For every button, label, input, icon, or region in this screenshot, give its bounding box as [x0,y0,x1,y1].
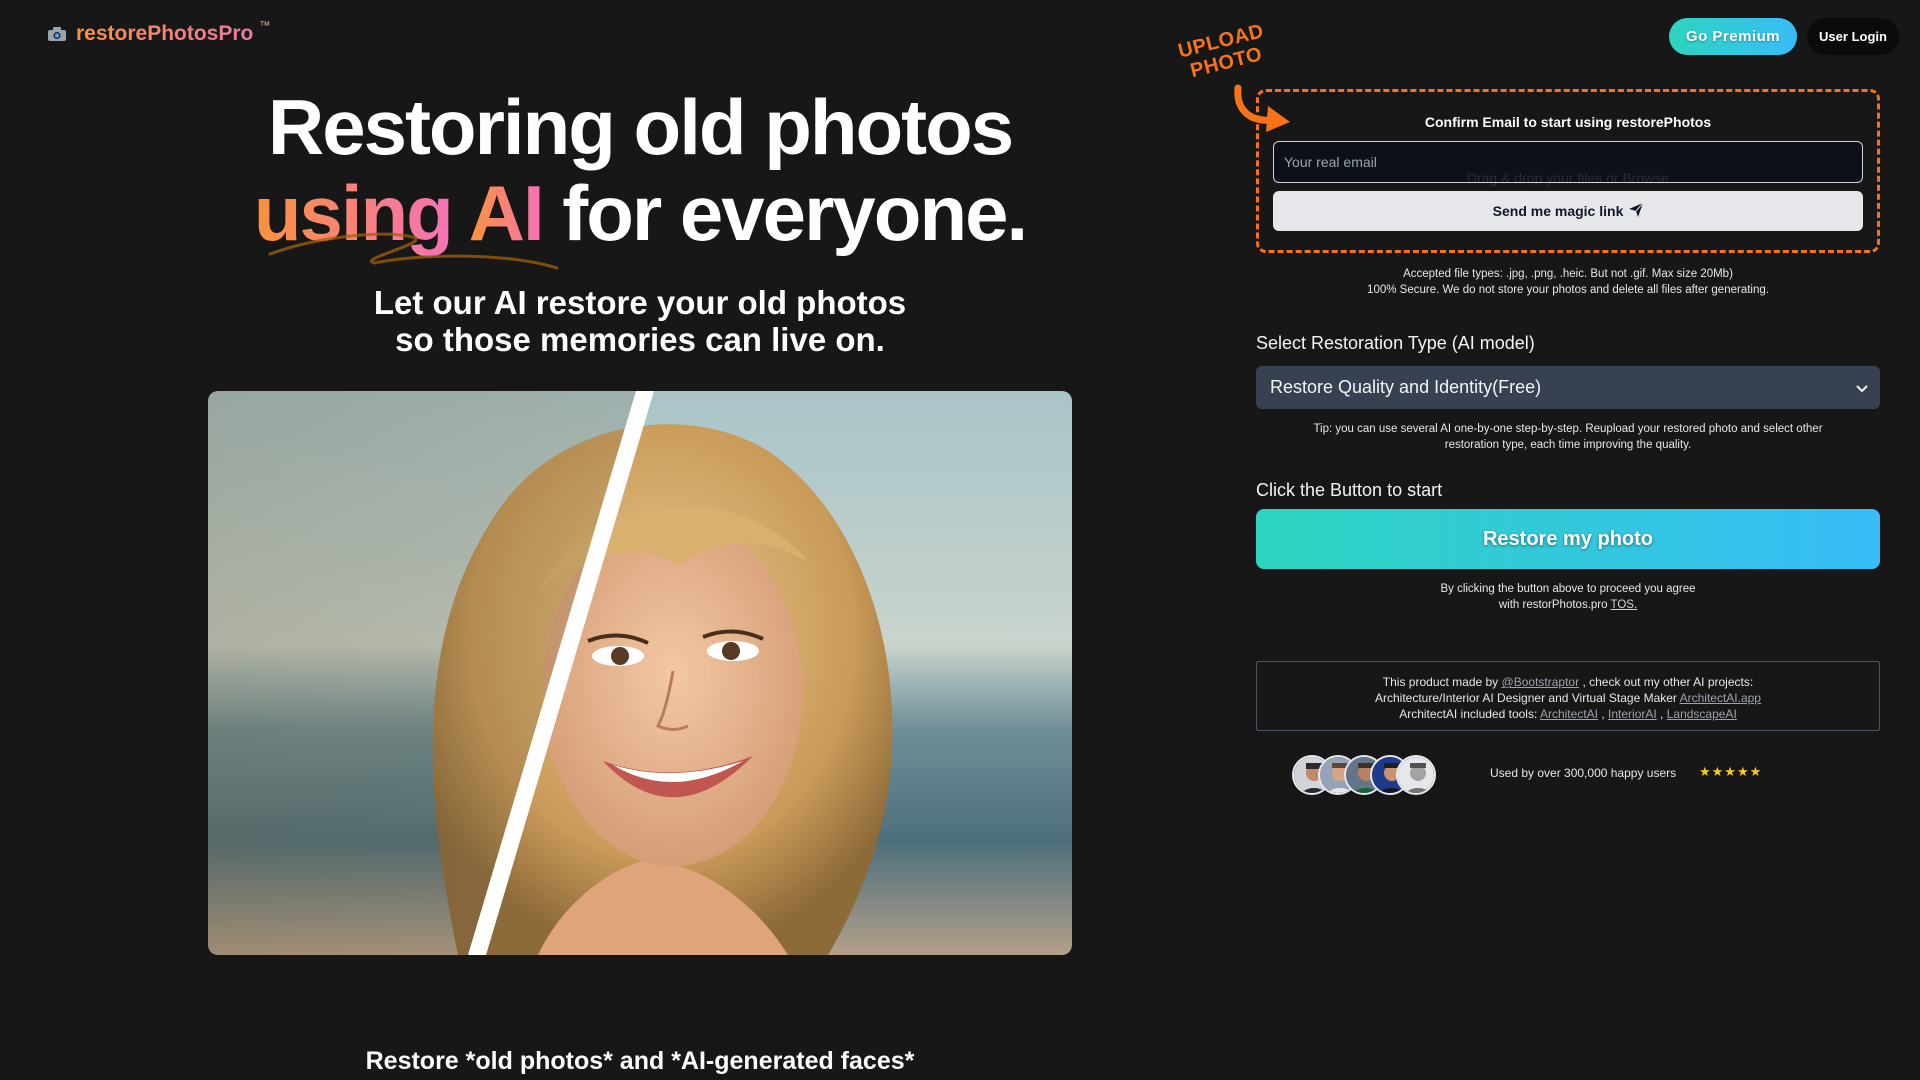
rating-stars: ★★★★★ [1699,764,1763,779]
send-magic-link-button[interactable]: Send me magic link [1273,191,1863,231]
brand-name: restorePhotosPro [76,22,254,45]
subtitle-line2: so those memories can live on. [395,321,885,358]
agree-line1: By clicking the button above to proceed … [1440,583,1696,595]
subtitle-line1: Let our AI restore your old photos [373,284,907,321]
credits-box: This product made by @Bootstraptor , che… [1256,661,1880,731]
user-login-button[interactable]: User Login [1807,18,1899,55]
credits-line1: This product made by @Bootstraptor , che… [1257,674,1879,690]
trademark: ™ [259,20,271,32]
author-link[interactable]: @Bootstraptor [1502,675,1580,689]
made-by-text: This product made by [1382,675,1499,689]
restoration-tip: Tip: you can use several AI one-by-one s… [1256,421,1880,453]
email-field[interactable] [1273,141,1863,183]
hero-title-line1: Restoring old photos [267,83,1014,171]
brand-logo[interactable]: restorePhotosPro ™ [48,20,271,46]
restoration-type-label: Select Restoration Type (AI model) [1256,333,1535,353]
start-label: Click the Button to start [1256,480,1443,500]
tip-line1: Tip: you can use several AI one-by-one s… [1313,423,1823,435]
security-note-text: 100% Secure. We do not store your photos… [1367,284,1769,296]
credits-line2: Architecture/Interior AI Designer and Vi… [1257,690,1879,706]
chevron-down-icon [1856,377,1868,398]
avatar [1396,755,1436,795]
users-count-text: Used by over 300,000 happy users [1490,766,1677,780]
upload-dropzone[interactable]: Drag & drop your files or Browse Confirm… [1256,89,1880,253]
underline-scribble [268,232,559,270]
go-premium-button[interactable]: Go Premium [1669,18,1797,55]
restore-photo-button[interactable]: Restore my photo [1256,509,1880,569]
agreement-text: By clicking the button above to proceed … [1256,581,1880,613]
landscapeai-link[interactable]: LandscapeAI [1667,707,1737,721]
architectai-link[interactable]: ArchitectAI [1540,707,1598,721]
architectai-app-link[interactable]: ArchitectAI.app [1680,691,1761,705]
camera-icon [48,27,66,41]
file-info: Accepted file types: .jpg, .png, .heic. … [1256,266,1880,298]
hero-subtitle: Let our AI restore your old photos so th… [0,284,1280,358]
architect-desc-text: Architecture/Interior AI Designer and Vi… [1375,691,1677,705]
magic-link-label: Send me magic link [1492,203,1624,219]
agree-line2: with restorPhotos.pro [1498,599,1608,611]
accepted-types-text: Accepted file types: .jpg, .png, .heic. … [1403,268,1733,280]
interiorai-link[interactable]: InteriorAI [1608,707,1657,721]
tos-link[interactable]: TOS. [1611,599,1638,611]
upload-photo-callout: UPLOAD PHOTO [1176,20,1272,84]
agree-line2-wrap: with restorPhotos.pro TOS. [1256,597,1880,613]
user-avatars [1292,755,1436,795]
hero-title-rest: for everyone. [562,169,1028,257]
hero-title: Restoring old photos using AI for everyo… [0,84,1280,256]
before-after-photo [208,391,1072,955]
projects-intro-text: , check out my other AI projects: [1582,675,1754,689]
confirm-email-label: Confirm Email to start using restorePhot… [1424,114,1712,130]
hero-title-line2: using AI for everyone. [0,170,1280,256]
paper-plane-icon [1629,202,1644,220]
bottom-heading: Restore *old photos* and *AI-generated f… [365,1047,915,1075]
tools-intro-text: ArchitectAI included tools: [1399,707,1538,721]
credits-line3: ArchitectAI included tools: ArchitectAI … [1399,707,1737,721]
tip-line2: restoration type, each time improving th… [1444,439,1692,451]
restoration-type-value: Restore Quality and Identity(Free) [1270,377,1542,397]
restoration-type-select[interactable]: Restore Quality and Identity(Free) [1256,366,1880,409]
